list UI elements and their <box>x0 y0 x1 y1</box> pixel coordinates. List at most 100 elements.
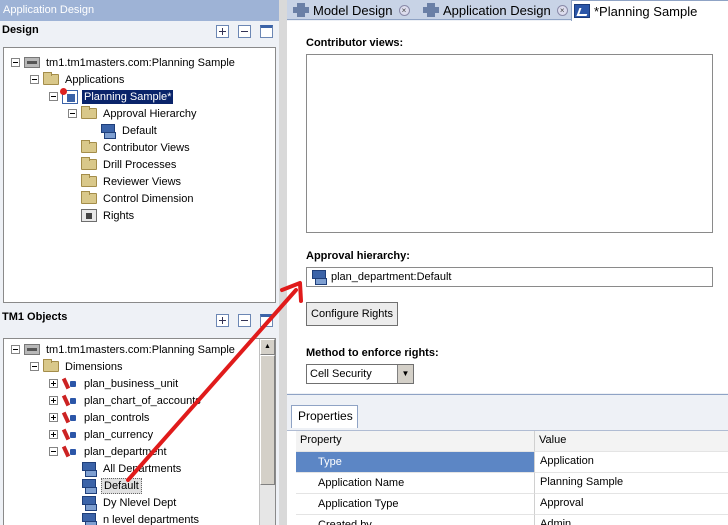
expand-all-icon[interactable] <box>216 314 229 327</box>
enforce-rights-label: Method to enforce rights: <box>306 347 439 359</box>
folder-icon <box>81 140 97 153</box>
tab-label: Application Design <box>443 2 551 18</box>
collapse-toggle-icon[interactable] <box>11 345 20 354</box>
tree-item[interactable]: Planning Sample* <box>49 87 174 105</box>
tree-item[interactable]: Applications <box>30 71 126 88</box>
objects-tree-scrollbar[interactable]: ▲ <box>259 339 275 525</box>
property-name: Created by <box>296 515 535 525</box>
tree-item-label: Dy Nlevel Dept <box>103 496 177 509</box>
collapse-toggle-icon[interactable] <box>49 92 58 101</box>
enforce-rights-value: Cell Security <box>310 368 372 380</box>
table-row[interactable]: Created by Admin <box>296 515 728 525</box>
tab-label: *Planning Sample <box>594 3 698 19</box>
tree-item[interactable]: plan_department <box>49 443 169 460</box>
table-row[interactable]: Application Name Planning Sample <box>296 473 728 494</box>
chevron-down-icon[interactable]: ▼ <box>397 365 413 383</box>
tree-item[interactable]: Contributor Views <box>68 139 192 156</box>
tree-item[interactable]: tm1.tm1masters.com:Planning Sample <box>11 341 237 358</box>
tree-item-label: plan_chart_of_accounts <box>84 394 201 407</box>
expand-toggle-icon[interactable] <box>49 430 58 439</box>
tree-item[interactable]: Reviewer Views <box>68 173 183 190</box>
scrollbar-thumb[interactable] <box>260 355 275 485</box>
tab-properties[interactable]: Properties <box>291 405 358 428</box>
configure-rights-button[interactable]: Configure Rights <box>306 302 398 326</box>
property-value: Admin <box>535 515 728 525</box>
tab-planning-sample[interactable]: *Planning Sample <box>571 0 728 21</box>
dimension-icon <box>62 445 78 459</box>
tree-item[interactable]: plan_business_unit <box>49 375 180 392</box>
tab-model-design[interactable]: Model Design × <box>291 0 410 20</box>
enforce-rights-select[interactable]: Cell Security ▼ <box>306 364 414 384</box>
tree-item[interactable]: Default <box>68 477 142 494</box>
right-column: Model Design × Application Design × *Plannin… <box>287 0 728 525</box>
collapse-toggle-icon[interactable] <box>11 58 20 67</box>
column-header-value: Value <box>535 431 728 452</box>
tree-item-label: Planning Sample* <box>82 89 174 104</box>
tree-item[interactable]: plan_controls <box>49 409 151 426</box>
tree-item[interactable]: plan_currency <box>49 426 155 443</box>
folder-icon <box>43 72 59 85</box>
folder-icon <box>81 106 97 119</box>
collapse-toggle-icon[interactable] <box>68 109 77 118</box>
tree-item[interactable]: Rights <box>68 207 136 224</box>
hierarchy-icon <box>81 495 97 511</box>
close-icon[interactable]: × <box>556 4 568 16</box>
tree-item-label: Dimensions <box>65 360 123 373</box>
collapse-toggle-icon[interactable] <box>49 447 58 456</box>
model-design-icon <box>423 3 439 17</box>
property-value: Planning Sample <box>535 473 728 494</box>
hierarchy-icon <box>81 478 97 494</box>
panel-splitter[interactable] <box>279 0 287 525</box>
tree-item-label: Applications <box>65 73 125 86</box>
tree-item[interactable]: Approval Hierarchy <box>68 105 199 122</box>
tree-item[interactable]: Drill Processes <box>68 156 178 173</box>
collapse-toggle-icon[interactable] <box>30 75 39 84</box>
design-panel-title: Design <box>2 24 39 36</box>
tree-item[interactable]: n level departments <box>68 511 201 525</box>
contributor-views-list[interactable] <box>306 54 713 233</box>
tab-application-design[interactable]: Application Design × <box>421 0 568 20</box>
objects-panel-header: TM1 Objects <box>0 307 279 329</box>
property-value: Approval <box>535 494 728 515</box>
collapse-toggle-icon[interactable] <box>30 362 39 371</box>
hierarchy-icon <box>81 461 97 477</box>
tree-item-label: plan_business_unit <box>84 377 179 390</box>
hierarchy-icon <box>311 270 327 285</box>
objects-panel-title: TM1 Objects <box>2 311 68 323</box>
maximize-icon[interactable] <box>260 314 273 327</box>
approval-hierarchy-field[interactable]: plan_department:Default <box>306 267 713 287</box>
expand-toggle-icon[interactable] <box>49 379 58 388</box>
tree-item[interactable]: Dy Nlevel Dept <box>68 494 178 511</box>
expand-toggle-icon[interactable] <box>49 396 58 405</box>
tree-item[interactable]: tm1.tm1masters.com:Planning Sample <box>11 54 237 71</box>
expand-toggle-icon[interactable] <box>49 413 58 422</box>
objects-tree: ▲ tm1.tm1masters.com:Planning Sample Dime… <box>3 338 276 525</box>
maximize-icon[interactable] <box>260 25 273 38</box>
server-icon <box>24 344 40 355</box>
expand-all-icon[interactable] <box>216 25 229 38</box>
close-icon[interactable]: × <box>398 4 410 16</box>
collapse-all-icon[interactable] <box>238 25 251 38</box>
tree-item-label: n level departments <box>103 513 199 525</box>
table-row[interactable]: Type Application <box>296 452 728 473</box>
properties-tabstrip: Properties <box>287 395 728 431</box>
properties-view: Properties Property Value Type Application A… <box>287 394 728 525</box>
tree-item[interactable]: Default <box>87 122 159 139</box>
tree-item[interactable]: Dimensions <box>30 358 124 375</box>
server-icon <box>24 57 40 68</box>
tree-item[interactable]: plan_chart_of_accounts <box>49 392 203 409</box>
tree-item[interactable]: All Departments <box>68 460 183 477</box>
scroll-up-arrow-icon[interactable]: ▲ <box>260 339 275 355</box>
column-header-property: Property <box>296 431 535 452</box>
tree-item-label: tm1.tm1masters.com:Planning Sample <box>46 56 235 69</box>
approval-hierarchy-value: plan_department:Default <box>331 271 452 283</box>
table-row[interactable]: Application Type Approval <box>296 494 728 515</box>
tree-item[interactable]: Control Dimension <box>68 190 195 207</box>
collapse-all-icon[interactable] <box>238 314 251 327</box>
model-design-icon <box>293 3 309 17</box>
tree-item-label: plan_controls <box>84 411 150 424</box>
